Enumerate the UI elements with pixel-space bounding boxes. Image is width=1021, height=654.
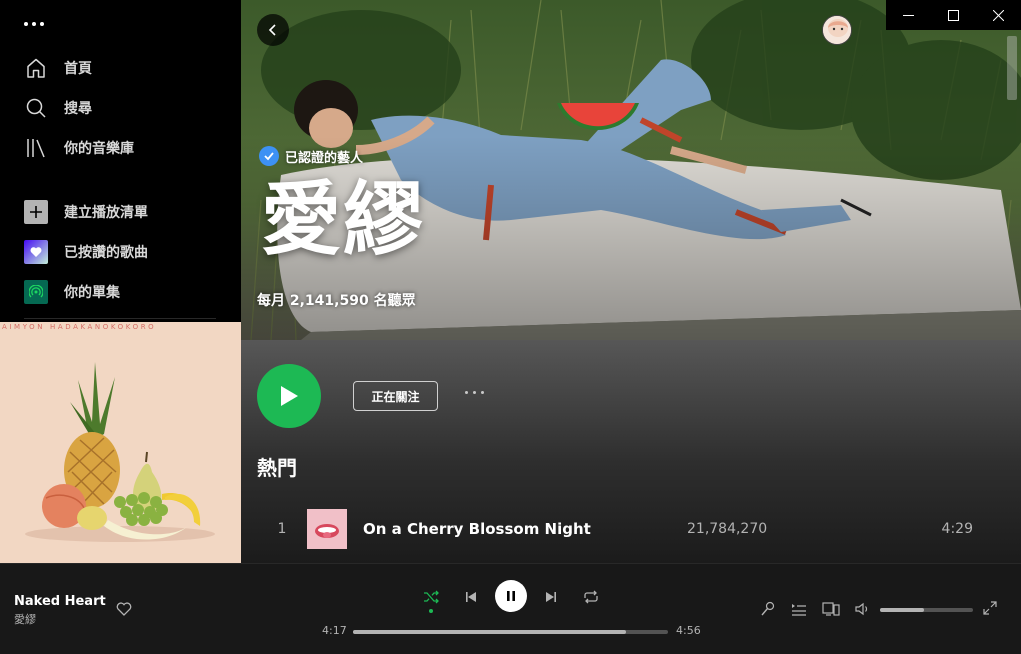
shuffle-icon	[424, 590, 439, 604]
queue-button[interactable]	[791, 601, 807, 617]
sidebar-item-label: 已按讚的歌曲	[64, 245, 148, 261]
minimize-icon	[903, 14, 914, 16]
track-row[interactable]: 1 On a Cherry Blossom Night 21,784,270 4…	[257, 506, 1005, 552]
lyrics-button[interactable]	[760, 601, 776, 617]
verified-text: 已認證的藝人	[285, 150, 364, 166]
track-title: On a Cherry Blossom Night	[363, 520, 591, 538]
menu-dots-button[interactable]	[24, 22, 44, 26]
liked-songs-button[interactable]: 已按讚的歌曲	[24, 238, 148, 266]
play-icon	[281, 386, 298, 406]
user-avatar[interactable]	[822, 15, 852, 45]
volume-slider[interactable]	[880, 608, 973, 612]
chevron-left-icon	[268, 24, 276, 36]
shuffle-active-indicator	[429, 609, 433, 613]
main-content: 已認證的藝人 愛繆 每月 2,141,590 名聽眾 正在關注 熱門 1 On …	[241, 0, 1021, 563]
sidebar: 首頁 搜尋 你的音樂庫 建立播放清單 已按讚的歌曲 你的單集 AIMYON HA…	[0, 0, 241, 563]
shuffle-button[interactable]	[422, 588, 440, 606]
popular-heading: 熱門	[257, 456, 297, 480]
volume-icon	[855, 602, 868, 616]
search-icon	[24, 96, 48, 120]
more-options-button[interactable]	[465, 391, 484, 394]
now-playing-title[interactable]: Naked Heart	[14, 594, 106, 609]
library-icon	[24, 136, 48, 160]
podcast-icon	[24, 280, 48, 304]
track-duration: 4:29	[941, 521, 973, 537]
pause-button[interactable]	[495, 580, 527, 612]
plus-icon	[24, 200, 48, 224]
sidebar-item-label: 建立播放清單	[64, 205, 148, 221]
elapsed-time: 4:17	[322, 624, 347, 637]
artist-action-area: 正在關注 熱門 1 On a Cherry Blossom Night 21,7…	[241, 340, 1021, 563]
pause-icon	[507, 591, 515, 601]
sidebar-item-label: 你的音樂庫	[64, 141, 134, 157]
sidebar-item-search[interactable]: 搜尋	[24, 94, 92, 122]
home-icon	[24, 56, 48, 80]
sidebar-item-label: 首頁	[64, 61, 92, 77]
progress-fill	[353, 630, 627, 634]
now-playing-artist[interactable]: 愛繆	[14, 611, 36, 627]
sidebar-item-label: 搜尋	[64, 101, 92, 117]
volume-button[interactable]	[855, 601, 871, 617]
monthly-listeners: 每月 2,141,590 名聽眾	[257, 293, 416, 309]
heart-outline-icon	[116, 602, 132, 616]
back-button[interactable]	[257, 14, 289, 46]
volume-fill	[880, 608, 924, 612]
track-play-count: 21,784,270	[687, 521, 768, 537]
close-button[interactable]	[976, 0, 1021, 30]
player-bar: Naked Heart 愛繆 4:17 4:56	[0, 563, 1021, 654]
repeat-icon	[584, 590, 598, 604]
next-button[interactable]	[542, 588, 560, 606]
sidebar-item-library[interactable]: 你的音樂庫	[24, 134, 134, 162]
following-button[interactable]: 正在關注	[353, 381, 438, 411]
total-time: 4:56	[676, 624, 701, 637]
repeat-button[interactable]	[582, 588, 600, 606]
now-playing-album-art[interactable]: AIMYON HADAKANOKOKORO	[0, 322, 241, 563]
expand-icon	[983, 601, 997, 615]
maximize-icon	[948, 9, 959, 21]
sidebar-item-label: 你的單集	[64, 285, 120, 301]
close-icon	[993, 9, 1004, 21]
create-playlist-button[interactable]: 建立播放清單	[24, 198, 148, 226]
progress-bar[interactable]	[353, 630, 668, 634]
verified-artist-label: 已認證的藝人	[259, 146, 363, 166]
fullscreen-button[interactable]	[982, 600, 998, 616]
verified-check-icon	[259, 146, 279, 166]
previous-button[interactable]	[462, 588, 480, 606]
devices-icon	[822, 602, 840, 616]
window-controls	[886, 0, 1021, 30]
like-button[interactable]	[116, 601, 132, 621]
sidebar-item-home[interactable]: 首頁	[24, 54, 92, 82]
track-number: 1	[277, 521, 287, 537]
sidebar-divider	[24, 318, 216, 319]
minimize-button[interactable]	[886, 0, 931, 30]
maximize-button[interactable]	[931, 0, 976, 30]
artist-name: 愛繆	[261, 173, 425, 266]
fruit-illustration	[25, 362, 215, 542]
track-thumbnail	[307, 509, 347, 549]
heart-icon	[24, 240, 48, 264]
microphone-icon	[761, 601, 775, 616]
connect-device-button[interactable]	[822, 601, 840, 617]
skip-back-icon	[466, 592, 476, 602]
play-artist-button[interactable]	[257, 364, 321, 428]
artist-header: 已認證的藝人 愛繆 每月 2,141,590 名聽眾	[241, 0, 1021, 340]
your-episodes-button[interactable]: 你的單集	[24, 278, 120, 306]
scrollbar-thumb[interactable]	[1007, 36, 1017, 100]
queue-icon	[792, 604, 806, 616]
skip-forward-icon	[546, 592, 556, 602]
